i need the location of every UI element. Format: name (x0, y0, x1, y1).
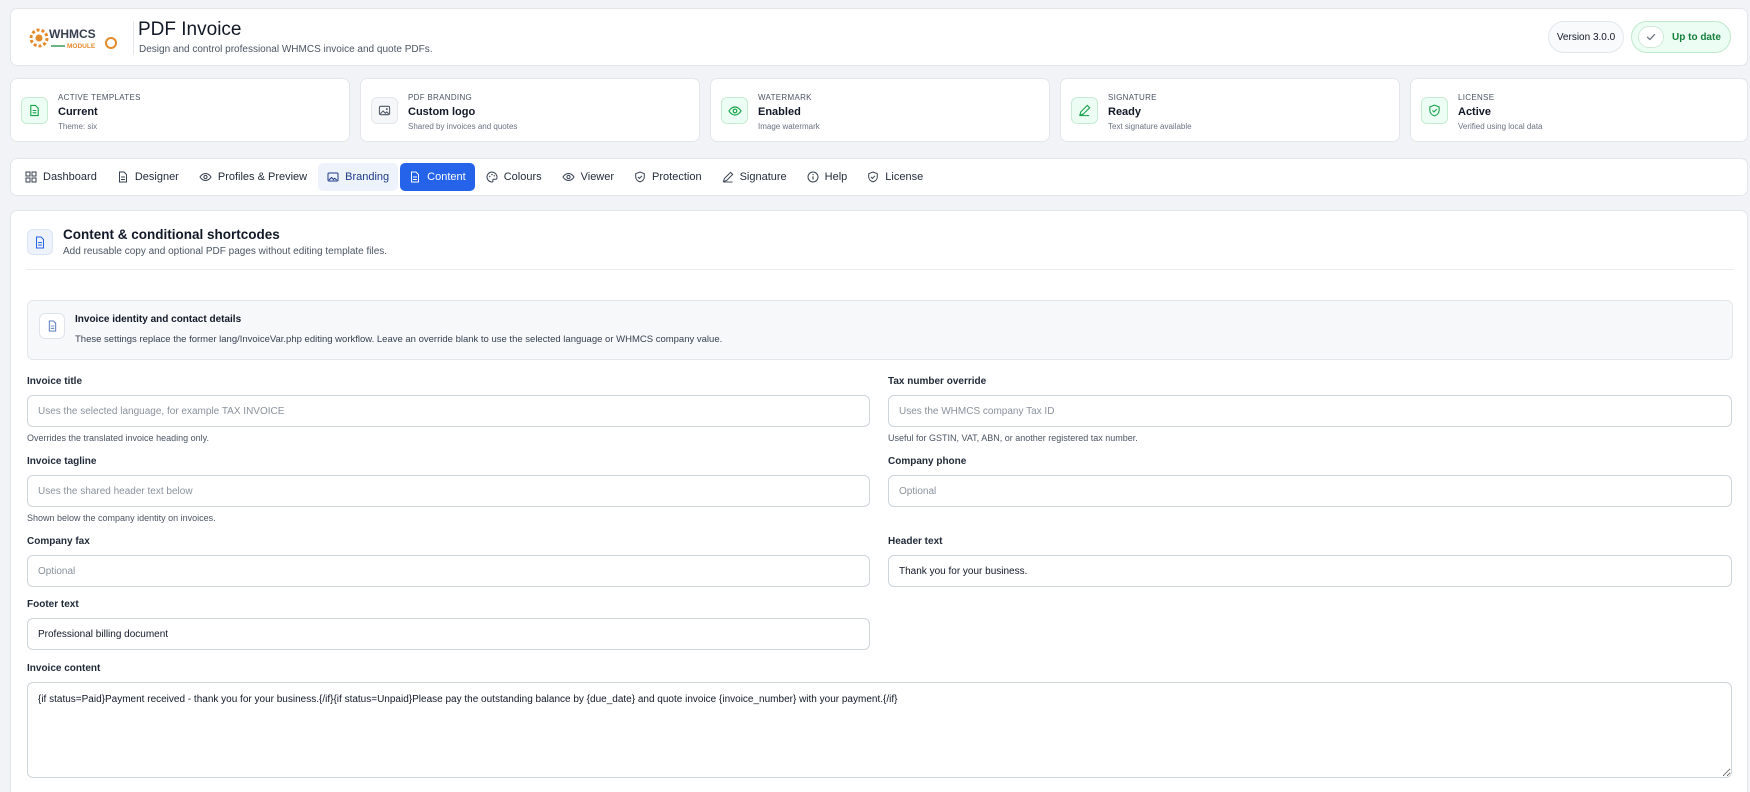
summary-card-value: Current (58, 106, 98, 118)
section-title: Content & conditional shortcodes (63, 227, 280, 242)
summary-card-sub: Shared by invoices and quotes (408, 122, 518, 131)
footer-text-input[interactable] (27, 618, 870, 650)
summary-card-sub: Verified using local data (1458, 122, 1543, 131)
tab-viewer[interactable]: Viewer (553, 163, 623, 191)
section-subtitle: Add reusable copy and optional PDF pages… (63, 246, 388, 257)
tab-label: Dashboard (43, 171, 97, 183)
update-status-label: Up to date (1672, 31, 1721, 43)
summary-card-value: Enabled (758, 106, 801, 118)
company-phone-label: Company phone (888, 456, 967, 467)
tab-profiles-preview[interactable]: Profiles & Preview (190, 163, 316, 191)
tab-label: License (885, 171, 924, 183)
summary-card-signature: Signature Ready Text signature available (1060, 78, 1400, 142)
svg-text:WHMCS: WHMCS (49, 27, 96, 41)
summary-card-license: License Active Verified using local data (1410, 78, 1748, 142)
company-fax-input[interactable] (27, 555, 870, 587)
summary-card-kicker: Signature (1108, 93, 1157, 102)
tax-number-help: Useful for GSTIN, VAT, ABN, or another r… (888, 433, 1138, 443)
header-text-label: Header text (888, 536, 943, 547)
shield-check-icon (635, 171, 645, 183)
tab-license[interactable]: License (858, 163, 932, 191)
eye-icon (199, 172, 212, 182)
document-icon (21, 97, 48, 124)
summary-card-kicker: Active templates (58, 93, 141, 102)
summary-card-sub: Theme: six (58, 122, 98, 131)
tab-protection[interactable]: Protection (625, 163, 711, 191)
tab-label: Help (824, 171, 848, 183)
version-badge: Version 3.0.0 (1548, 21, 1624, 53)
content-section: Content & conditional shortcodes Add reu… (10, 210, 1748, 792)
tab-dashboard[interactable]: Dashboard (16, 163, 106, 191)
summary-card-pdf-branding: PDF Branding Custom logo Shared by invoi… (360, 78, 700, 142)
document-icon (118, 171, 127, 183)
summary-card-value: Ready (1108, 106, 1142, 118)
pen-icon (1071, 97, 1098, 124)
document-icon (411, 171, 420, 183)
tab-help[interactable]: Help (798, 163, 857, 191)
invoice-title-help: Overrides the translated invoice heading… (27, 433, 209, 443)
info-notice: Invoice identity and contact details The… (27, 300, 1733, 360)
info-icon (807, 171, 819, 183)
invoice-title-input[interactable] (27, 395, 870, 427)
document-icon (39, 313, 65, 339)
tab-label: Signature (739, 171, 787, 183)
pen-icon (722, 171, 733, 183)
page-title: PDF Invoice (138, 19, 242, 40)
invoice-tagline-help: Shown below the company identity on invo… (27, 513, 216, 523)
document-icon (27, 229, 53, 255)
tab-colours[interactable]: Colours (477, 163, 551, 191)
app-header: WHMCS MODULE PDF Invoice Design and cont… (10, 8, 1748, 66)
summary-card-value: Custom logo (408, 106, 476, 118)
summary-card-value: Active (1458, 106, 1492, 118)
shield-check-icon (1421, 97, 1448, 124)
palette-icon (486, 171, 498, 183)
tab-label: Branding (345, 171, 390, 183)
summary-card-active-templates: Active templates Current Theme: six (10, 78, 350, 142)
footer-text-label: Footer text (27, 599, 79, 610)
tax-number-label: Tax number override (888, 376, 987, 387)
svg-text:MODULE: MODULE (67, 43, 96, 50)
section-divider (27, 269, 1733, 270)
summary-card-kicker: License (1458, 93, 1495, 102)
grid-icon (25, 171, 37, 183)
summary-card-watermark: Watermark Enabled Image watermark (710, 78, 1050, 142)
tab-label: Protection (652, 171, 702, 183)
header-text-input[interactable] (888, 555, 1732, 587)
tab-label: Designer (134, 171, 179, 183)
tab-label: Viewer (580, 171, 615, 183)
invoice-tagline-input[interactable] (27, 475, 870, 507)
tab-content[interactable]: Content (400, 163, 475, 191)
invoice-content-label: Invoice content (27, 663, 101, 674)
image-icon (371, 97, 398, 124)
tab-designer[interactable]: Designer (108, 163, 188, 191)
company-fax-label: Company fax (27, 536, 90, 547)
check-icon (1638, 26, 1664, 48)
tab-label: Profiles & Preview (217, 171, 308, 183)
notice-title: Invoice identity and contact details (75, 314, 242, 325)
summary-card-sub: Text signature available (1108, 122, 1192, 131)
summary-card-kicker: Watermark (758, 93, 812, 102)
shield-check-icon (868, 171, 879, 183)
invoice-content-textarea[interactable]: {if status=Paid}Payment received - thank… (27, 682, 1732, 778)
invoice-title-label: Invoice title (27, 376, 83, 387)
tab-bar: Dashboard Designer Profiles & Preview Br… (10, 158, 1748, 196)
tab-branding[interactable]: Branding (318, 163, 399, 191)
tab-label: Content (427, 171, 466, 183)
whmcs-module-logo: WHMCS MODULE (29, 22, 121, 54)
eye-icon (562, 172, 575, 182)
notice-text: These settings replace the former lang/I… (75, 334, 723, 345)
page-subtitle: Design and control professional WHMCS in… (139, 44, 433, 55)
company-phone-input[interactable] (888, 475, 1732, 507)
tax-number-input[interactable] (888, 395, 1732, 427)
invoice-tagline-label: Invoice tagline (27, 456, 97, 467)
tab-signature[interactable]: Signature (713, 163, 796, 191)
eye-icon (721, 97, 748, 124)
update-status-badge: Up to date (1631, 21, 1731, 53)
summary-card-sub: Image watermark (758, 122, 820, 131)
header-divider (133, 21, 134, 55)
tab-label: Colours (503, 171, 542, 183)
summary-card-kicker: PDF Branding (408, 93, 473, 102)
image-icon (327, 172, 339, 182)
